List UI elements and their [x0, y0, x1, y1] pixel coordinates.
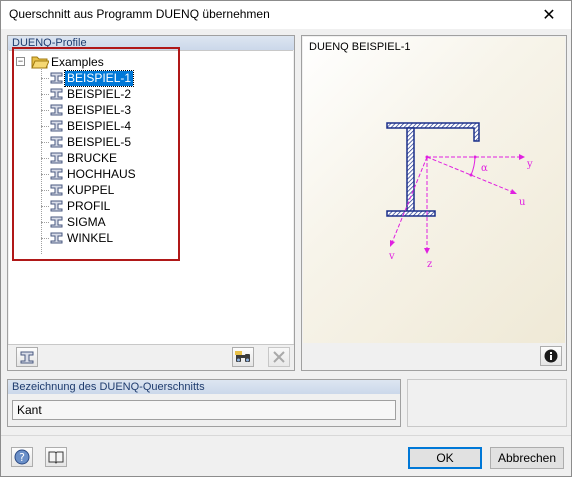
- profile-toolbar: [8, 344, 294, 370]
- axis-label-y: y: [526, 159, 533, 170]
- dialog-title: Querschnitt aus Programm DUENQ übernehme…: [9, 7, 270, 21]
- description-header: Bezeichnung des DUENQ-Querschnitts: [8, 380, 400, 394]
- help-button[interactable]: ?: [11, 447, 33, 467]
- section-import-icon: [20, 351, 34, 364]
- empty-info-panel: [407, 379, 567, 427]
- info-button[interactable]: [540, 346, 562, 366]
- book-icon: [48, 451, 64, 464]
- alpha-arc: [470, 156, 476, 176]
- search-button[interactable]: [232, 347, 254, 367]
- axis-label-alpha: α: [481, 163, 488, 174]
- section-import-button[interactable]: [16, 347, 38, 367]
- axis-label-z: z: [427, 259, 432, 270]
- dialog-window: Querschnitt aus Programm DUENQ übernehme…: [0, 0, 572, 477]
- info-icon: [544, 349, 558, 363]
- section-outline: [386, 122, 480, 217]
- axis-label-v: v: [388, 251, 395, 262]
- tree-highlight-frame: [12, 47, 180, 261]
- manual-button[interactable]: [45, 447, 67, 467]
- delete-icon: [273, 351, 285, 363]
- section-preview: DUENQ BEISPIEL-1 y z u v α: [303, 37, 565, 343]
- description-field[interactable]: Kant: [12, 400, 396, 420]
- delete-button[interactable]: [268, 347, 290, 367]
- axis-label-u: u: [519, 197, 526, 208]
- axis-points: [425, 155, 477, 177]
- footer-divider: [1, 435, 571, 436]
- cross-section-drawing: y z u v α: [386, 122, 533, 270]
- close-button[interactable]: ✕: [527, 1, 571, 29]
- svg-text:?: ?: [19, 451, 25, 464]
- cancel-button[interactable]: Abbrechen: [490, 447, 564, 469]
- search-binoculars-icon: [235, 351, 250, 362]
- preview-panel: DUENQ BEISPIEL-1 y z u v α: [301, 35, 567, 371]
- help-icon: ?: [14, 449, 30, 465]
- ok-button[interactable]: OK: [408, 447, 482, 469]
- description-panel: Bezeichnung des DUENQ-Querschnitts Kant: [7, 379, 401, 427]
- title-bar: Querschnitt aus Programm DUENQ übernehme…: [1, 1, 571, 29]
